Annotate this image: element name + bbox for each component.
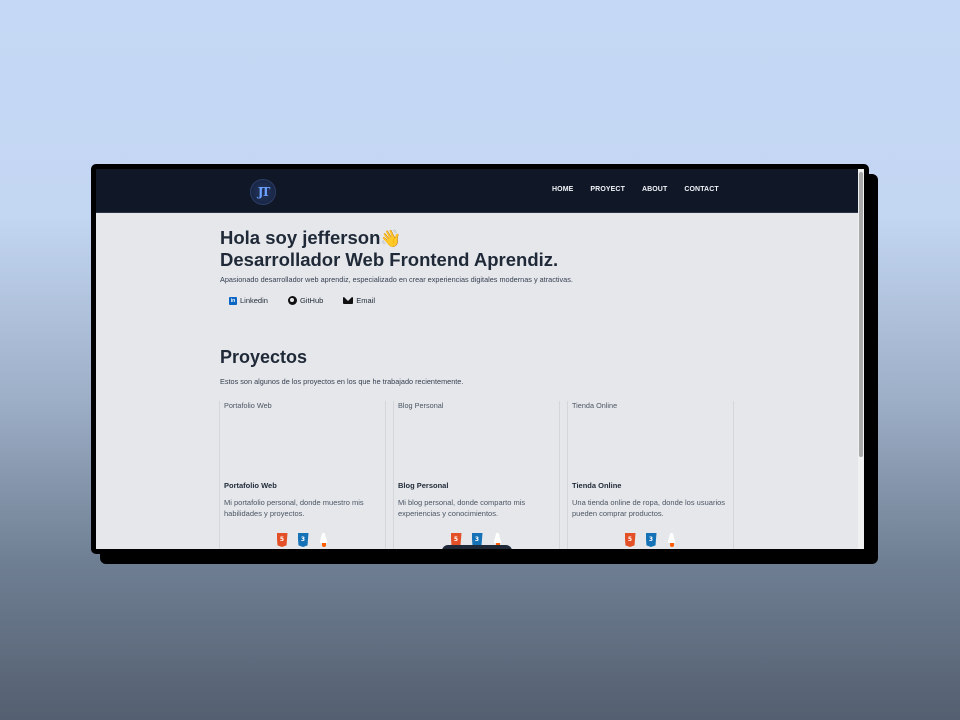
project-image: Blog Personal xyxy=(394,401,443,410)
navbar: JT HOME PROYECT ABOUT CONTACT xyxy=(96,169,858,213)
linkedin-icon: in xyxy=(229,296,237,305)
nav-links: HOME PROYECT ABOUT CONTACT xyxy=(552,186,719,193)
project-image-alt: Portafolio Web xyxy=(224,401,272,410)
hero-subtitle: Apasionado desarrollador web aprendiz, e… xyxy=(220,275,573,284)
nav-link-proyect[interactable]: PROYECT xyxy=(590,186,625,193)
project-card[interactable]: Tienda Online Tienda Online Una tienda o… xyxy=(567,401,734,549)
project-card[interactable]: Blog Personal Blog Personal Mi blog pers… xyxy=(393,401,560,549)
logo-text: JT xyxy=(257,185,271,199)
project-image-alt: Tienda Online xyxy=(572,401,618,410)
project-title: Blog Personal xyxy=(398,481,449,490)
scrollbar-thumb[interactable] xyxy=(859,172,863,457)
nav-link-about[interactable]: ABOUT xyxy=(642,186,667,193)
floating-nav-pill[interactable] xyxy=(442,545,512,549)
browser-viewport[interactable]: JT HOME PROYECT ABOUT CONTACT Hola soy j… xyxy=(96,169,864,549)
social-links: in Linkedin GitHub Email xyxy=(229,296,375,305)
waving-hand-icon: 👋 xyxy=(380,229,402,248)
github-link[interactable]: GitHub xyxy=(287,296,324,305)
hero-title-line1: Hola soy jefferson xyxy=(220,227,381,248)
mail-icon xyxy=(343,297,354,304)
project-image: Portafolio Web xyxy=(220,401,272,410)
project-image: Tienda Online xyxy=(568,401,617,410)
project-description: Mi blog personal, donde comparto mis exp… xyxy=(398,498,526,518)
project-title: Tienda Online xyxy=(572,481,622,490)
project-image-alt: Blog Personal xyxy=(398,401,444,410)
tech-stack: 5 3 xyxy=(568,533,733,547)
project-cards: Portafolio Web Portafolio Web Mi portafo… xyxy=(219,401,734,549)
astro-icon xyxy=(319,533,329,547)
astro-icon xyxy=(667,533,677,547)
hero-title-line2: Desarrollador Web Frontend Aprendiz. xyxy=(220,249,559,270)
github-label: GitHub xyxy=(299,296,324,305)
site-logo[interactable]: JT xyxy=(250,179,276,205)
nav-link-home[interactable]: HOME xyxy=(552,186,573,193)
html5-icon: 5 xyxy=(276,533,288,547)
project-description: Una tienda online de ropa, donde los usu… xyxy=(572,498,726,518)
project-description: Mi portafolio personal, donde muestro mi… xyxy=(224,498,364,518)
html5-icon: 5 xyxy=(624,533,636,547)
projects-title: Proyectos xyxy=(220,347,308,367)
linkedin-label: Linkedin xyxy=(240,296,268,305)
email-link[interactable]: Email xyxy=(343,296,375,305)
project-card[interactable]: Portafolio Web Portafolio Web Mi portafo… xyxy=(219,401,386,549)
project-title: Portafolio Web xyxy=(224,481,277,490)
email-label: Email xyxy=(356,296,376,305)
css3-icon: 3 xyxy=(645,533,657,547)
nav-link-contact[interactable]: CONTACT xyxy=(684,186,718,193)
projects-subtitle: Estos son algunos de los proyectos en lo… xyxy=(220,377,464,386)
hero-title: Hola soy jefferson👋 Desarrollador Web Fr… xyxy=(220,227,558,270)
device-frame: JT HOME PROYECT ABOUT CONTACT Hola soy j… xyxy=(91,164,869,554)
css3-icon: 3 xyxy=(297,533,309,547)
tech-stack: 5 3 xyxy=(220,533,385,547)
linkedin-link[interactable]: in Linkedin xyxy=(229,296,268,305)
scrollbar[interactable] xyxy=(858,169,864,549)
github-icon xyxy=(287,296,297,305)
